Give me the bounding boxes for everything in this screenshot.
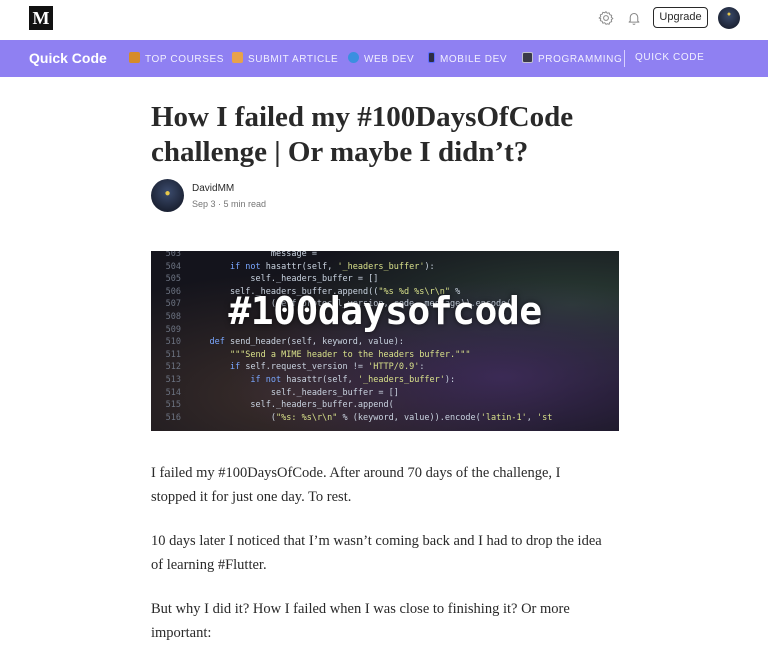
- hero-image: 503 message = 504 if not hasattr(self, '…: [151, 251, 619, 431]
- article-paragraph: 10 days later I noticed that I’m wasn’t …: [151, 533, 602, 573]
- phone-icon: [428, 52, 435, 63]
- user-avatar[interactable]: ●: [718, 7, 740, 29]
- book-icon: [129, 52, 140, 63]
- bell-icon[interactable]: [625, 9, 643, 27]
- article-paragraph: I failed my #100DaysOfCode. After around…: [151, 465, 561, 505]
- publication-name[interactable]: Quick Code: [29, 50, 107, 66]
- article-paragraph: But why I did it? How I failed when I wa…: [151, 601, 570, 641]
- article-title: How I failed my #100DaysOfCode challenge…: [151, 101, 574, 168]
- hero-title-text: #100daysofcode: [228, 289, 542, 333]
- top-bar: M Upgrade ●: [0, 0, 768, 40]
- globe-icon: [348, 52, 359, 63]
- avatar-glyph-icon: ●: [164, 188, 171, 199]
- medium-logo[interactable]: M: [29, 6, 53, 30]
- avatar-glyph-icon: ●: [726, 11, 732, 18]
- laptop-icon: [522, 52, 533, 63]
- nav-label: PROGRAMMING: [538, 54, 623, 65]
- nav-item-programming[interactable]: PROGRAMMING: [522, 52, 622, 65]
- author-avatar[interactable]: ●: [151, 179, 184, 212]
- nav-label: WEB DEV: [364, 54, 415, 65]
- code-background: 503 message = 504 if not hasattr(self, '…: [165, 251, 553, 423]
- nav-label: QUICK CODE: [635, 52, 705, 63]
- nav-label: TOP COURSES: [145, 54, 225, 65]
- upgrade-button[interactable]: Upgrade: [653, 7, 708, 28]
- nav-item-quick-code[interactable]: QUICK CODE: [635, 52, 704, 63]
- publication-nav: Quick Code TOP COURSES SUBMIT ARTICLE WE…: [0, 40, 768, 77]
- nav-label: SUBMIT ARTICLE: [248, 54, 339, 65]
- author-name[interactable]: DavidMM: [192, 183, 234, 194]
- article-meta: Sep 3 · 5 min read: [192, 199, 267, 209]
- nav-divider: [624, 50, 625, 67]
- nav-item-submit-article[interactable]: SUBMIT ARTICLE: [232, 52, 338, 65]
- pencil-icon: [232, 52, 243, 63]
- nav-item-mobile-dev[interactable]: MOBILE DEV: [428, 52, 507, 65]
- nav-label: MOBILE DEV: [440, 54, 508, 65]
- nav-item-web-dev[interactable]: WEB DEV: [348, 52, 414, 65]
- nav-item-top-courses[interactable]: TOP COURSES: [129, 52, 224, 65]
- gear-icon[interactable]: [597, 9, 615, 27]
